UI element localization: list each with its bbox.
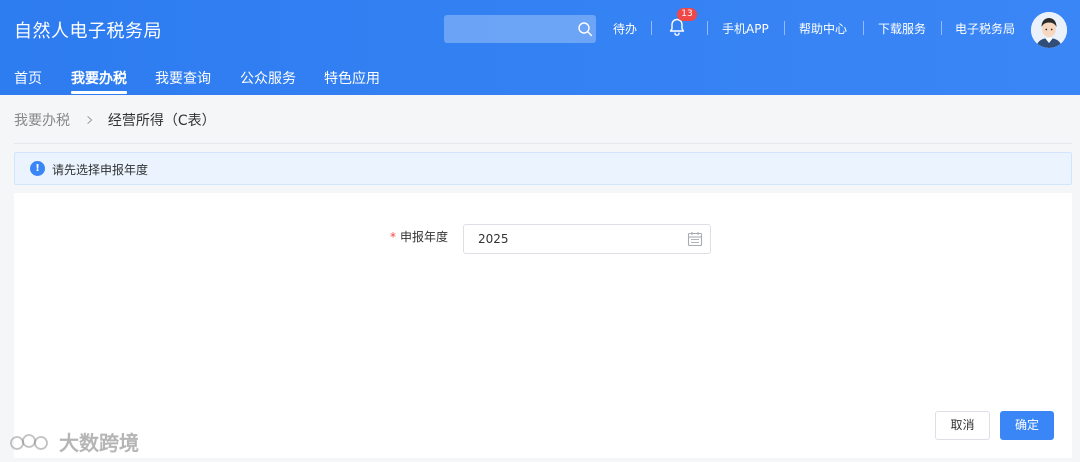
header-divider bbox=[941, 21, 942, 35]
breadcrumb-separator-icon bbox=[86, 113, 94, 129]
year-value: 2025 bbox=[478, 232, 509, 246]
year-field-label: * 申报年度 bbox=[390, 228, 448, 245]
top-header: 自然人电子税务局 待办 13 手机APP 帮助中心 下载服务 电子税务局 首页 … bbox=[0, 0, 1080, 95]
help-center-link[interactable]: 帮助中心 bbox=[799, 20, 847, 37]
nav-home[interactable]: 首页 bbox=[14, 68, 42, 88]
app-title: 自然人电子税务局 bbox=[14, 21, 162, 42]
active-nav-indicator bbox=[71, 91, 127, 94]
calendar-icon[interactable] bbox=[687, 231, 703, 247]
breadcrumb: 我要办税 经营所得（C表） bbox=[14, 110, 216, 130]
info-alert: ! 请先选择申报年度 bbox=[14, 152, 1072, 185]
todo-link[interactable]: 待办 bbox=[613, 20, 637, 37]
breadcrumb-current: 经营所得（C表） bbox=[107, 113, 216, 129]
header-divider bbox=[651, 21, 652, 35]
breadcrumb-divider bbox=[14, 143, 1072, 144]
search-icon[interactable] bbox=[577, 21, 593, 37]
header-divider bbox=[784, 21, 785, 35]
search-input[interactable] bbox=[444, 15, 596, 43]
nav-featured-apps[interactable]: 特色应用 bbox=[324, 68, 380, 88]
header-divider bbox=[863, 21, 864, 35]
e-tax-bureau-link[interactable]: 电子税务局 bbox=[955, 20, 1015, 37]
nav-public-service[interactable]: 公众服务 bbox=[240, 68, 296, 88]
confirm-button[interactable]: 确定 bbox=[1000, 411, 1054, 440]
year-label-text: 申报年度 bbox=[400, 230, 449, 244]
info-icon: ! bbox=[30, 161, 45, 176]
watermark-text: 大数跨境 bbox=[58, 431, 139, 455]
mobile-app-link[interactable]: 手机APP bbox=[722, 20, 769, 37]
watermark: 大数跨境 bbox=[8, 427, 139, 455]
user-avatar[interactable] bbox=[1031, 12, 1067, 48]
notification-badge: 13 bbox=[677, 8, 697, 21]
avatar-icon bbox=[1031, 12, 1067, 48]
download-service-link[interactable]: 下载服务 bbox=[878, 20, 926, 37]
watermark-logo-icon bbox=[10, 433, 48, 450]
form-card: * 申报年度 2025 取消 确定 bbox=[14, 193, 1072, 458]
required-mark: * bbox=[390, 230, 396, 244]
header-divider bbox=[707, 21, 708, 35]
year-picker-input[interactable]: 2025 bbox=[463, 224, 711, 254]
breadcrumb-parent[interactable]: 我要办税 bbox=[14, 113, 70, 129]
alert-message: 请先选择申报年度 bbox=[52, 163, 149, 177]
cancel-button[interactable]: 取消 bbox=[935, 411, 990, 440]
nav-query[interactable]: 我要查询 bbox=[155, 68, 211, 88]
nav-tax-filing[interactable]: 我要办税 bbox=[71, 68, 127, 88]
